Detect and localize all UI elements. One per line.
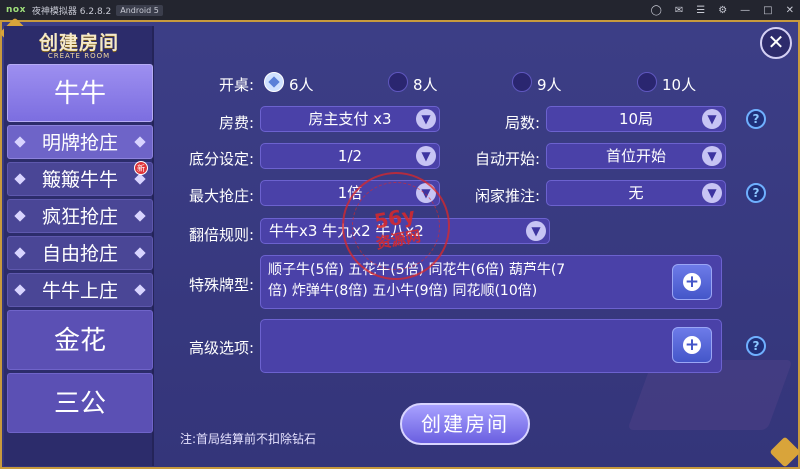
- autostart-value: 首位开始: [605, 147, 666, 165]
- mode-label: 牛牛上庄: [41, 280, 118, 302]
- menu-icon[interactable]: ☰: [696, 5, 705, 16]
- add-advanced-button[interactable]: +: [672, 327, 712, 363]
- radio-6-label: 6人: [289, 76, 314, 94]
- radio-9-label: 9人: [537, 76, 562, 94]
- diamond-icon: [134, 136, 146, 148]
- mode-free[interactable]: 自由抢庄: [7, 236, 153, 270]
- mode-bobo[interactable]: 簸簸牛牛 新: [7, 161, 153, 196]
- chevron-down-icon: ▼: [702, 146, 722, 166]
- game-sidebar: 创建房间 CREATE ROOM 牛牛 明牌抢庄 簸簸牛牛 新 疯狂抢庄 自由抢…: [4, 26, 154, 466]
- diamond-icon: [14, 210, 26, 222]
- close-button[interactable]: ✕: [760, 27, 792, 59]
- new-badge: 新: [134, 161, 148, 175]
- game-tab-niuniu[interactable]: 牛牛: [7, 64, 153, 122]
- fee-label: 房费:: [218, 114, 254, 132]
- diamond-icon: [14, 173, 26, 185]
- diamond-icon: [134, 210, 146, 222]
- idle-push-label: 闲家推注:: [474, 187, 540, 205]
- create-room-subtitle: CREATE ROOM: [47, 52, 111, 60]
- help-icon[interactable]: ?: [746, 183, 766, 203]
- chevron-down-icon: ▼: [702, 109, 722, 129]
- double-rule-label: 翻倍规则:: [188, 226, 254, 244]
- mode-crazy[interactable]: 疯狂抢庄: [7, 199, 153, 233]
- help-icon[interactable]: ?: [746, 336, 766, 356]
- radio-8[interactable]: [388, 72, 408, 92]
- radio-8-label: 8人: [413, 76, 438, 94]
- fee-select[interactable]: 房主支付 x3 ▼: [260, 106, 440, 132]
- add-special-button[interactable]: +: [672, 264, 712, 300]
- game-tab-sangong[interactable]: 三公: [7, 373, 153, 433]
- create-room-button[interactable]: 创建房间: [400, 403, 530, 445]
- table-label: 开桌:: [218, 76, 254, 94]
- rounds-select[interactable]: 10局 ▼: [546, 106, 726, 132]
- max-bid-label: 最大抢庄:: [188, 187, 254, 205]
- radio-10[interactable]: [637, 72, 657, 92]
- advanced-label: 高级选项:: [188, 339, 254, 357]
- emulator-titlebar: nox 夜神模拟器 6.2.8.2 Android 5 ◯ ✉ ☰ ⚙ — □ …: [0, 0, 800, 20]
- diamond-icon: [134, 284, 146, 296]
- rounds-label: 局数:: [504, 114, 540, 132]
- radio-6[interactable]: [264, 72, 284, 92]
- mode-label: 明牌抢庄: [41, 132, 118, 154]
- radio-10-label: 10人: [662, 76, 697, 94]
- window-controls: ◯ ✉ ☰ ⚙ — □ ✕: [651, 0, 794, 20]
- plus-icon: +: [684, 272, 700, 292]
- advanced-box[interactable]: [260, 319, 722, 373]
- base-score-label: 底分设定:: [188, 150, 254, 168]
- settings-icon[interactable]: ⚙: [718, 5, 727, 16]
- mode-label: 自由抢庄: [41, 243, 118, 265]
- mode-label: 疯狂抢庄: [41, 206, 118, 228]
- restore-icon[interactable]: □: [763, 5, 772, 16]
- base-score-select[interactable]: 1/2 ▼: [260, 143, 440, 169]
- radio-9[interactable]: [512, 72, 532, 92]
- mode-mingpai[interactable]: 明牌抢庄: [7, 125, 153, 159]
- idle-push-value: 无: [628, 184, 644, 202]
- diamond-icon: [14, 247, 26, 259]
- close-window-icon[interactable]: ✕: [786, 5, 794, 16]
- autostart-label: 自动开始:: [474, 150, 540, 168]
- create-room-title: 创建房间: [38, 32, 119, 54]
- idle-push-select[interactable]: 无 ▼: [546, 180, 726, 206]
- chevron-down-icon: ▼: [702, 183, 722, 203]
- diamond-icon: [14, 136, 26, 148]
- mode-banker[interactable]: 牛牛上庄: [7, 273, 153, 307]
- special-line-2: 倍) 炸弹牛(8倍) 五小牛(9倍) 同花顺(10倍): [268, 283, 538, 299]
- mode-label: 簸簸牛牛: [41, 169, 118, 191]
- nox-logo: nox: [6, 5, 26, 15]
- autostart-select[interactable]: 首位开始 ▼: [546, 143, 726, 169]
- help-icon[interactable]: ?: [746, 109, 766, 129]
- base-score-value: 1/2: [337, 147, 363, 165]
- game-tab-jinhua[interactable]: 金花: [7, 310, 153, 370]
- android-version-badge: Android 5: [116, 4, 163, 16]
- chevron-down-icon: ▼: [416, 109, 436, 129]
- emulator-title: 夜神模拟器 6.2.8.2: [31, 6, 112, 17]
- shirt-icon[interactable]: ◯: [651, 5, 662, 16]
- chevron-down-icon: ▼: [416, 146, 436, 166]
- special-label: 特殊牌型:: [188, 276, 254, 294]
- plus-icon: +: [684, 335, 700, 355]
- diamond-icon: [14, 284, 26, 296]
- note-text: 注:首局结算前不扣除钻石: [180, 432, 317, 446]
- mail-icon[interactable]: ✉: [675, 5, 683, 16]
- minimize-icon[interactable]: —: [740, 5, 750, 16]
- chevron-down-icon: ▼: [526, 221, 546, 241]
- fee-value: 房主支付 x3: [308, 110, 392, 128]
- rounds-value: 10局: [618, 110, 654, 128]
- diamond-icon: [134, 247, 146, 259]
- create-room-header: 创建房间 CREATE ROOM: [4, 26, 154, 62]
